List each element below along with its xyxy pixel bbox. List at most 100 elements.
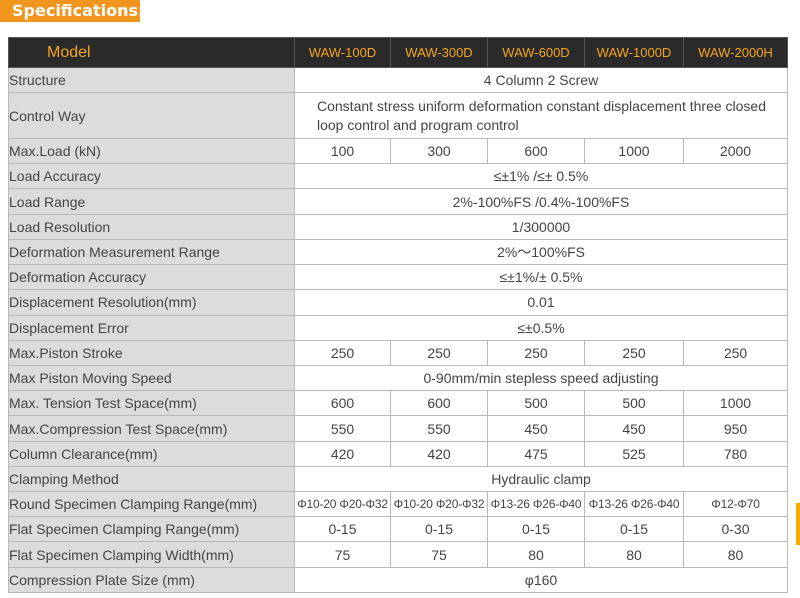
row-label: Structure (8, 66, 295, 94)
row-label: Deformation Measurement Range (8, 238, 295, 266)
row-value-waw-300d: 550 (390, 415, 488, 442)
row-label: Control Way (8, 92, 295, 139)
table-row: Round Specimen Clamping Range(mm) Φ10-20 … (8, 491, 788, 518)
header-cell-waw-100d: WAW-100D (294, 37, 391, 68)
table-row: Max.Load (kN) 100 300 600 1000 2000 (8, 137, 788, 165)
row-value-waw-1000d: 250 (584, 339, 684, 366)
row-label: Displacement Resolution(mm) (8, 289, 295, 316)
row-value: 0.01 (294, 289, 788, 316)
row-label: Load Accuracy (8, 163, 295, 190)
table-row: Max. Tension Test Space(mm) 600 600 500 500 1… (8, 390, 788, 417)
table-row: Deformation Accuracy ≤±1%/± 0.5% (8, 264, 788, 291)
row-value-waw-100d: 75 (294, 541, 391, 568)
row-label: Max.Piston Stroke (8, 339, 295, 366)
row-value: Constant stress uniform deformation cons… (294, 92, 788, 139)
row-value-waw-100d: 600 (294, 390, 391, 417)
table-row: Flat Specimen Clamping Range(mm) 0-15 0-15… (8, 516, 788, 543)
table-row: Flat Specimen Clamping Width(mm) 75 75 80 80… (8, 541, 788, 568)
table-row: Column Clearance(mm) 420 420 475 525 780 (8, 440, 788, 467)
header-cell-waw-300d: WAW-300D (390, 37, 488, 68)
row-value-waw-100d: 420 (294, 440, 391, 467)
row-value-waw-600d: 450 (487, 415, 585, 442)
row-value-waw-600d: 475 (487, 440, 585, 467)
table-row: Max Piston Moving Speed 0-90mm/min steple… (8, 364, 788, 392)
row-value-waw-100d: 0-15 (294, 516, 391, 543)
row-value-waw-2000h: Φ12-Φ70 (683, 491, 788, 518)
row-value-waw-100d: 550 (294, 415, 391, 442)
row-value-waw-300d: Φ10-20 Φ20-Φ32 (390, 491, 488, 518)
row-value-waw-600d: 250 (487, 339, 585, 366)
row-label: Load Range (8, 188, 295, 215)
row-value-waw-600d: 500 (487, 390, 585, 417)
row-value-waw-300d: 250 (390, 339, 488, 366)
specifications-table: Model WAW-100D WAW-300D WAW-600D WAW-100… (8, 37, 788, 594)
table-row: Structure 4 Column 2 Screw (8, 66, 788, 94)
table-row: Displacement Resolution(mm) 0.01 (8, 289, 788, 316)
row-value-waw-1000d: 1000 (584, 137, 684, 165)
row-value: ≤±0.5% (294, 314, 788, 341)
row-label: Max. Tension Test Space(mm) (8, 390, 295, 417)
row-value: Hydraulic clamp (294, 465, 788, 493)
row-label: Compression Plate Size (mm) (8, 566, 295, 594)
table-row: Deformation Measurement Range 2%～100%FS (8, 238, 788, 266)
row-value: 0-90mm/min stepless speed adjusting (294, 364, 788, 392)
row-label: Max.Compression Test Space(mm) (8, 415, 295, 442)
row-label: Load Resolution (8, 213, 295, 240)
row-value-waw-2000h: 780 (683, 440, 788, 467)
row-label: Max.Load (kN) (8, 137, 295, 165)
row-label: Clamping Method (8, 465, 295, 493)
table-row: Load Range 2%-100%FS /0.4%-100%FS (8, 188, 788, 215)
row-value: 2%～100%FS (294, 238, 788, 266)
row-value: φ160 (294, 566, 788, 594)
row-value-waw-600d: Φ13-26 Φ26-Φ40 (487, 491, 585, 518)
row-value-waw-300d: 420 (390, 440, 488, 467)
table-row: Control Way Constant stress uniform defor… (8, 92, 788, 139)
row-label: Max Piston Moving Speed (8, 364, 295, 392)
row-value-waw-100d: Φ10-20 Φ20-Φ32 (294, 491, 391, 518)
row-value-waw-600d: 0-15 (487, 516, 585, 543)
row-label: Deformation Accuracy (8, 264, 295, 291)
table-row: Compression Plate Size (mm) φ160 (8, 566, 788, 594)
row-value-waw-1000d: 80 (584, 541, 684, 568)
row-value-waw-2000h: 0-30 (683, 516, 788, 543)
table-header-row: Model WAW-100D WAW-300D WAW-600D WAW-100… (8, 37, 788, 68)
specifications-banner: Specifications: (0, 0, 140, 22)
row-value-waw-1000d: 500 (584, 390, 684, 417)
row-value-waw-1000d: 0-15 (584, 516, 684, 543)
header-cell-waw-2000h: WAW-2000H (683, 37, 788, 68)
row-label: Flat Specimen Clamping Range(mm) (8, 516, 295, 543)
table-body: Structure 4 Column 2 Screw Control Way Cons… (8, 66, 788, 594)
row-value-waw-1000d: Φ13-26 Φ26-Φ40 (584, 491, 684, 518)
row-label: Displacement Error (8, 314, 295, 341)
row-value-waw-100d: 250 (294, 339, 391, 366)
row-value-waw-100d: 100 (294, 137, 391, 165)
row-value-waw-600d: 80 (487, 541, 585, 568)
row-value: 2%-100%FS /0.4%-100%FS (294, 188, 788, 215)
row-value-waw-300d: 600 (390, 390, 488, 417)
row-value-waw-2000h: 1000 (683, 390, 788, 417)
row-value-waw-2000h: 2000 (683, 137, 788, 165)
table-row: Clamping Method Hydraulic clamp (8, 465, 788, 493)
edge-accent-mark (796, 503, 800, 545)
table-row: Max.Piston Stroke 250 250 250 250 250 (8, 339, 788, 366)
row-value: 1/300000 (294, 213, 788, 240)
row-value-waw-2000h: 80 (683, 541, 788, 568)
row-label: Column Clearance(mm) (8, 440, 295, 467)
header-cell-waw-1000d: WAW-1000D (584, 37, 684, 68)
row-value-waw-2000h: 250 (683, 339, 788, 366)
row-label: Flat Specimen Clamping Width(mm) (8, 541, 295, 568)
row-value-waw-600d: 600 (487, 137, 585, 165)
table-row: Displacement Error ≤±0.5% (8, 314, 788, 341)
row-value-waw-300d: 300 (390, 137, 488, 165)
header-cell-waw-600d: WAW-600D (487, 37, 585, 68)
row-value: ≤±1%/± 0.5% (294, 264, 788, 291)
row-value-waw-1000d: 525 (584, 440, 684, 467)
row-value-waw-300d: 75 (390, 541, 488, 568)
table-row: Max.Compression Test Space(mm) 550 550 450 4… (8, 415, 788, 442)
row-value-waw-2000h: 950 (683, 415, 788, 442)
table-row: Load Resolution 1/300000 (8, 213, 788, 240)
table-row: Load Accuracy ≤±1% /≤± 0.5% (8, 163, 788, 190)
row-label: Round Specimen Clamping Range(mm) (8, 491, 295, 518)
row-value: 4 Column 2 Screw (294, 66, 788, 94)
row-value-waw-1000d: 450 (584, 415, 684, 442)
